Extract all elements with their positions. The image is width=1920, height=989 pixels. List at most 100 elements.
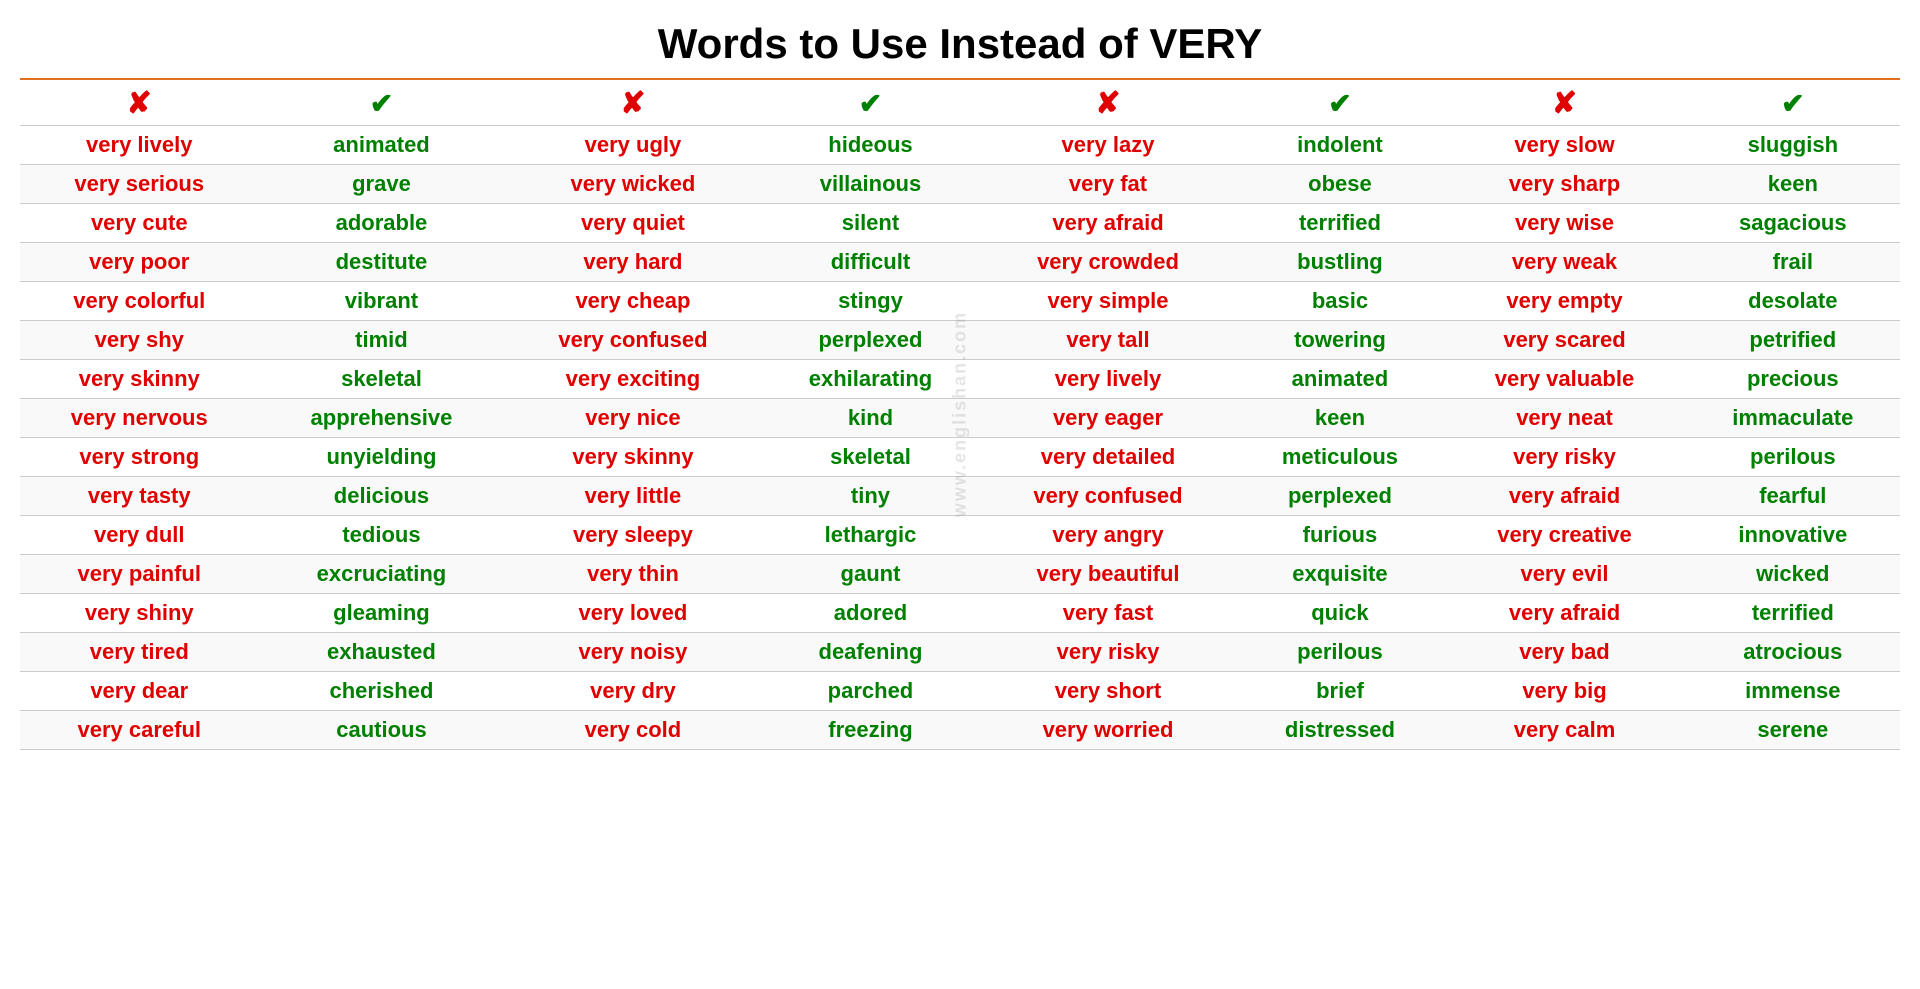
table-cell: petrified	[1686, 321, 1900, 360]
table-body: very livelyanimatedvery uglyhideousvery …	[20, 126, 1900, 750]
table-cell: very scared	[1443, 321, 1685, 360]
table-cell: very little	[504, 477, 761, 516]
table-cell: very nice	[504, 399, 761, 438]
table-cell: villainous	[761, 165, 979, 204]
table-cell: sluggish	[1686, 126, 1900, 165]
table-cell: unyielding	[259, 438, 505, 477]
table-row: very tiredexhaustedvery noisydeafeningve…	[20, 633, 1900, 672]
table-cell: lethargic	[761, 516, 979, 555]
table-cell: vibrant	[259, 282, 505, 321]
table-cell: very tired	[20, 633, 259, 672]
table-row: very strongunyieldingvery skinnyskeletal…	[20, 438, 1900, 477]
main-table-container: ✘ ✔ ✘ ✔ ✘ ✔ ✘ ✔ very livelyanimatedvery …	[20, 78, 1900, 750]
table-cell: very poor	[20, 243, 259, 282]
table-cell: very tall	[979, 321, 1236, 360]
table-cell: delicious	[259, 477, 505, 516]
table-cell: very calm	[1443, 711, 1685, 750]
table-row: very skinnyskeletalvery excitingexhilara…	[20, 360, 1900, 399]
table-cell: very beautiful	[979, 555, 1236, 594]
table-cell: very big	[1443, 672, 1685, 711]
table-row: very livelyanimatedvery uglyhideousvery …	[20, 126, 1900, 165]
table-row: very tastydeliciousvery littletinyvery c…	[20, 477, 1900, 516]
table-row: very dulltediousvery sleepylethargicvery…	[20, 516, 1900, 555]
table-cell: gleaming	[259, 594, 505, 633]
table-cell: very confused	[979, 477, 1236, 516]
table-cell: very risky	[979, 633, 1236, 672]
table-cell: very cute	[20, 204, 259, 243]
col-header-2: ✔	[259, 79, 505, 126]
table-cell: very crowded	[979, 243, 1236, 282]
table-cell: parched	[761, 672, 979, 711]
table-cell: very lively	[979, 360, 1236, 399]
table-cell: difficult	[761, 243, 979, 282]
words-table: ✘ ✔ ✘ ✔ ✘ ✔ ✘ ✔ very livelyanimatedvery …	[20, 78, 1900, 750]
table-cell: very lively	[20, 126, 259, 165]
table-cell: animated	[259, 126, 505, 165]
table-cell: animated	[1237, 360, 1444, 399]
col-header-8: ✔	[1686, 79, 1900, 126]
table-cell: very fat	[979, 165, 1236, 204]
table-cell: very simple	[979, 282, 1236, 321]
table-cell: perplexed	[761, 321, 979, 360]
table-row: very dearcherishedvery dryparchedvery sh…	[20, 672, 1900, 711]
table-cell: very afraid	[1443, 594, 1685, 633]
table-cell: adored	[761, 594, 979, 633]
table-cell: skeletal	[761, 438, 979, 477]
table-cell: timid	[259, 321, 505, 360]
cross-icon-4: ✘	[1552, 87, 1577, 120]
table-cell: very sleepy	[504, 516, 761, 555]
table-cell: very afraid	[1443, 477, 1685, 516]
table-cell: very weak	[1443, 243, 1685, 282]
table-cell: tiny	[761, 477, 979, 516]
table-cell: exhilarating	[761, 360, 979, 399]
table-cell: sagacious	[1686, 204, 1900, 243]
check-icon-2: ✔	[859, 88, 882, 119]
table-cell: indolent	[1237, 126, 1444, 165]
table-cell: fearful	[1686, 477, 1900, 516]
table-cell: immaculate	[1686, 399, 1900, 438]
table-cell: very wicked	[504, 165, 761, 204]
table-cell: serene	[1686, 711, 1900, 750]
table-cell: very exciting	[504, 360, 761, 399]
table-cell: brief	[1237, 672, 1444, 711]
table-cell: grave	[259, 165, 505, 204]
table-cell: basic	[1237, 282, 1444, 321]
col-header-7: ✘	[1443, 79, 1685, 126]
check-icon-3: ✔	[1328, 88, 1351, 119]
table-cell: very bad	[1443, 633, 1685, 672]
table-cell: very eager	[979, 399, 1236, 438]
table-cell: keen	[1686, 165, 1900, 204]
table-row: very nervousapprehensivevery nicekindver…	[20, 399, 1900, 438]
table-cell: very nervous	[20, 399, 259, 438]
check-icon-4: ✔	[1781, 88, 1804, 119]
table-row: very poordestitutevery harddifficultvery…	[20, 243, 1900, 282]
table-row: very seriousgravevery wickedvillainousve…	[20, 165, 1900, 204]
table-cell: frail	[1686, 243, 1900, 282]
table-cell: furious	[1237, 516, 1444, 555]
table-cell: very careful	[20, 711, 259, 750]
table-cell: very dear	[20, 672, 259, 711]
table-cell: very detailed	[979, 438, 1236, 477]
table-cell: adorable	[259, 204, 505, 243]
table-cell: very thin	[504, 555, 761, 594]
table-cell: bustling	[1237, 243, 1444, 282]
table-cell: very hard	[504, 243, 761, 282]
table-cell: exquisite	[1237, 555, 1444, 594]
table-cell: immense	[1686, 672, 1900, 711]
table-cell: very skinny	[504, 438, 761, 477]
table-cell: quick	[1237, 594, 1444, 633]
table-row: very painfulexcruciatingvery thingauntve…	[20, 555, 1900, 594]
table-cell: very colorful	[20, 282, 259, 321]
table-cell: very tasty	[20, 477, 259, 516]
table-cell: desolate	[1686, 282, 1900, 321]
table-cell: keen	[1237, 399, 1444, 438]
table-cell: skeletal	[259, 360, 505, 399]
table-cell: towering	[1237, 321, 1444, 360]
col-header-6: ✔	[1237, 79, 1444, 126]
table-cell: very afraid	[979, 204, 1236, 243]
table-cell: wicked	[1686, 555, 1900, 594]
table-cell: very neat	[1443, 399, 1685, 438]
table-cell: very dry	[504, 672, 761, 711]
col-header-3: ✘	[504, 79, 761, 126]
table-row: very shytimidvery confusedperplexedvery …	[20, 321, 1900, 360]
